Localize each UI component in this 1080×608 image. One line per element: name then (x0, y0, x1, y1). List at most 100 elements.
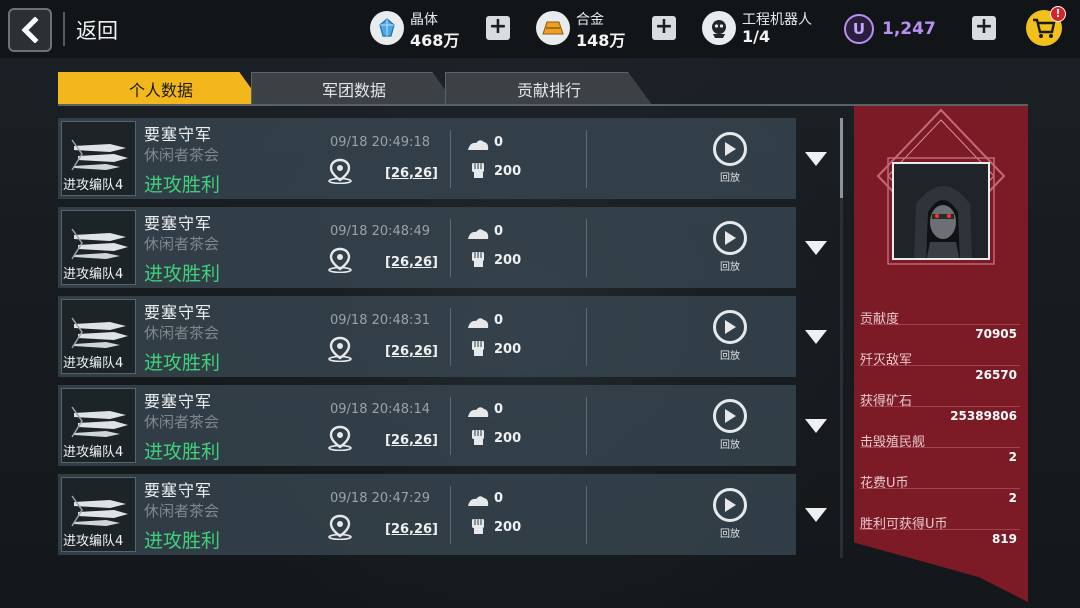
loss-count: 0 (494, 224, 504, 239)
stat-value: 819 (991, 532, 1017, 546)
stat-value: 26570 (975, 368, 1017, 382)
replay-button[interactable]: 回放 (710, 132, 750, 188)
resource-value: 1/4 (742, 27, 771, 46)
resource-name: 工程机器人 (742, 12, 812, 28)
tab-personal-data[interactable]: 个人数据 (58, 72, 264, 106)
add-crystal-button[interactable]: + (486, 16, 510, 40)
ship-loss-icon (468, 229, 489, 239)
divider (860, 365, 1020, 366)
coordinate-link[interactable]: [26,26] (385, 255, 438, 270)
expand-row-button[interactable] (804, 151, 828, 171)
divider (586, 219, 587, 277)
play-icon (713, 310, 747, 344)
battle-time: 09/18 20:47:29 (330, 491, 430, 506)
squad-thumbnail[interactable]: 进攻编队4 (61, 477, 136, 552)
coordinate-link[interactable]: [26,26] (385, 433, 438, 448)
divider (586, 486, 587, 544)
player-stats-panel: 贡献度 70905 歼灭敌军 26570 获得矿石 25389806 击毁殖民舰 2 花费U币 2… (854, 106, 1028, 602)
battle-result: 进攻胜利 (144, 441, 221, 463)
loss-count: 0 (494, 135, 504, 150)
battle-time: 09/18 20:48:31 (330, 313, 430, 328)
battle-record-row[interactable]: 进攻编队4 要塞守军 休闲者茶会 进攻胜利 09/18 20:47:29 [26,26] 0… (58, 474, 838, 555)
squad-label: 进攻编队4 (63, 534, 124, 549)
stat-value: 25389806 (950, 409, 1017, 423)
battle-time: 09/18 20:48:49 (330, 224, 430, 239)
power-value: 200 (494, 520, 522, 535)
squad-thumbnail[interactable]: 进攻编队4 (61, 299, 136, 374)
scrollbar-thumb[interactable] (840, 118, 843, 198)
power-value: 200 (494, 253, 522, 268)
guild-name: 休闲者茶会 (144, 324, 220, 342)
resource-name: 合金 (576, 12, 604, 28)
warship-icon (71, 317, 128, 349)
tab-legion-data[interactable]: 军团数据 (251, 72, 457, 106)
warship-icon (71, 228, 128, 260)
squad-thumbnail[interactable]: 进攻编队4 (61, 210, 136, 285)
add-alloy-button[interactable]: + (652, 16, 676, 40)
coordinate-link[interactable]: [26,26] (385, 166, 438, 181)
squad-label: 进攻编队4 (63, 267, 124, 282)
battle-record-row[interactable]: 进攻编队4 要塞守军 休闲者茶会 进攻胜利 09/18 20:48:14 [26,26] 0… (58, 385, 838, 466)
stat-item: 获得矿石 25389806 (860, 390, 1020, 431)
battle-record-row[interactable]: 进攻编队4 要塞守军 休闲者茶会 进攻胜利 09/18 20:49:18 [26,26] 0… (58, 118, 838, 199)
divider (450, 130, 451, 188)
ship-loss-icon (468, 318, 489, 328)
divider (860, 488, 1020, 489)
replay-label: 回放 (720, 440, 740, 451)
avatar[interactable] (892, 162, 990, 260)
resource-robot: 工程机器人 1/4 (702, 8, 832, 50)
expand-row-button[interactable] (804, 329, 828, 349)
guild-name: 休闲者茶会 (144, 502, 220, 520)
battle-record-row[interactable]: 进攻编队4 要塞守军 休闲者茶会 进攻胜利 09/18 20:48:49 [26,26] 0… (58, 207, 838, 288)
back-button[interactable] (8, 8, 52, 52)
stat-value: 2 (1008, 450, 1017, 464)
ucoin-letter: U (852, 20, 866, 38)
chevron-left-icon (21, 17, 39, 43)
add-ucoin-button[interactable]: + (972, 16, 996, 40)
ucoin-value: 1,247 (882, 19, 936, 39)
guild-name: 休闲者茶会 (144, 146, 220, 164)
warship-icon (71, 139, 128, 171)
expand-row-button[interactable] (804, 240, 828, 260)
replay-button[interactable]: 回放 (710, 488, 750, 544)
replay-button[interactable]: 回放 (710, 310, 750, 366)
stat-item: 胜利可获得U币 819 (860, 513, 1020, 554)
stat-item: 击毁殖民舰 2 (860, 431, 1020, 472)
coordinate-link[interactable]: [26,26] (385, 344, 438, 359)
fist-icon (472, 163, 484, 178)
warship-icon (71, 495, 128, 527)
location-pin-icon (328, 158, 352, 185)
replay-button[interactable]: 回放 (710, 399, 750, 455)
power-value: 200 (494, 431, 522, 446)
stat-value: 70905 (975, 327, 1017, 341)
play-icon (713, 488, 747, 522)
scrollbar[interactable] (840, 118, 843, 558)
play-icon (713, 132, 747, 166)
chevron-down-icon (805, 419, 827, 433)
replay-button[interactable]: 回放 (710, 221, 750, 277)
squad-thumbnail[interactable]: 进攻编队4 (61, 388, 136, 463)
squad-thumbnail[interactable]: 进攻编队4 (61, 121, 136, 196)
battle-result: 进攻胜利 (144, 530, 221, 552)
expand-row-button[interactable] (804, 507, 828, 527)
battle-time: 09/18 20:48:14 (330, 402, 430, 417)
location-pin-icon (328, 336, 352, 363)
back-label[interactable]: 返回 (76, 15, 118, 45)
ship-loss-icon (468, 496, 489, 506)
coordinate-link[interactable]: [26,26] (385, 522, 438, 537)
guild-name: 休闲者茶会 (144, 413, 220, 431)
tab-contribution-ranking[interactable]: 贡献排行 (445, 72, 653, 106)
battle-time: 09/18 20:49:18 (330, 135, 430, 150)
divider (450, 219, 451, 277)
warship-icon (71, 406, 128, 438)
notification-badge: ! (1050, 6, 1066, 22)
target-name: 要塞守军 (144, 125, 213, 144)
battle-result: 进攻胜利 (144, 263, 221, 285)
power-value: 200 (494, 342, 522, 357)
expand-row-button[interactable] (804, 418, 828, 438)
battle-record-row[interactable]: 进攻编队4 要塞守军 休闲者茶会 进攻胜利 09/18 20:48:31 [26,26] 0… (58, 296, 838, 377)
divider (860, 406, 1020, 407)
target-name: 要塞守军 (144, 392, 213, 411)
shop-cart-button[interactable]: ! (1026, 6, 1066, 46)
target-name: 要塞守军 (144, 303, 213, 322)
